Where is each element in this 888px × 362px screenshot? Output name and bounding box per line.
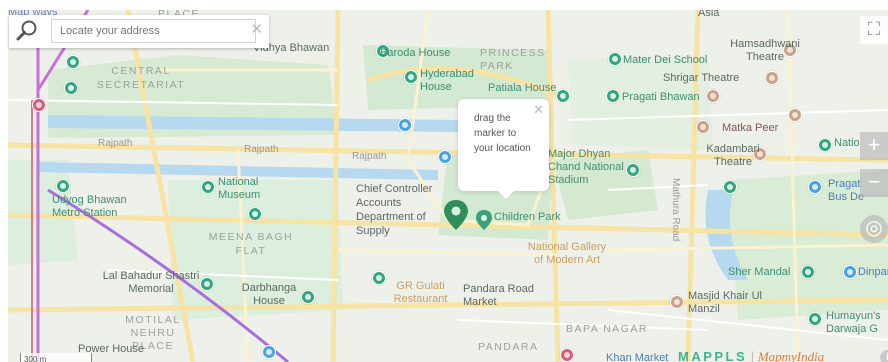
poi-label: Hyderabad House [420, 68, 474, 93]
mosque-poi-icon [670, 295, 684, 309]
poi-icon [706, 89, 720, 103]
zoom-in-button[interactable]: + [860, 132, 888, 160]
clear-search-icon[interactable]: ✕ [250, 21, 263, 39]
attribution-separator: | [750, 349, 755, 362]
poi-label: Lal Bahadur Shastri Memorial [102, 270, 200, 295]
area-label: MEENA BAGH FLAT [208, 231, 294, 257]
poi-icon [788, 108, 802, 122]
marker-popup: ✕ drag the marker to your location [458, 99, 549, 199]
area-label: PANDARA [478, 341, 539, 353]
fullscreen-button[interactable]: ⛶ [860, 16, 888, 44]
poi-label: Khan Market [606, 352, 669, 362]
poi-label: Pandara Road Market [463, 283, 534, 308]
poi-label: Natio [834, 137, 860, 149]
transit-poi-icon [262, 345, 276, 359]
search-box: ✕ [9, 15, 269, 48]
poi-icon [808, 312, 822, 326]
road-label: Rajpath [244, 144, 279, 155]
area-label: BAPA NAGAR [566, 323, 648, 335]
poi-label: Shrigar Theatre [663, 72, 740, 84]
sher-mandal-poi-icon [801, 265, 815, 279]
poi-label: Matka Peer [722, 122, 779, 134]
search-icon[interactable] [15, 19, 39, 43]
poi-icon [723, 180, 737, 194]
poi-label: GR Gulati Restaurant [393, 280, 448, 305]
udyog-bhawan-poi-icon [56, 179, 70, 193]
area-label: CENTRAL SECRETARIAT [96, 65, 186, 91]
park-poi-icon [66, 55, 80, 69]
poi-label: Dinpanah [858, 266, 888, 278]
poi-label: Udyog Bhawan Metro Station [52, 194, 127, 219]
school-poi-icon [608, 52, 622, 66]
poi-label: Kadambari Theatre [706, 143, 760, 168]
poi-label: National Museum [218, 176, 261, 201]
road-label: Rajpath [352, 151, 387, 162]
road-label: Rajpath [98, 138, 133, 149]
attribution: MAPPLS | MapmyIndia [678, 349, 824, 362]
secretariat-poi-icon [64, 81, 78, 95]
transit-poi-icon [438, 150, 452, 164]
area-label: PRINCESS PARK [480, 47, 546, 72]
museum-poi-icon [201, 180, 215, 194]
locate-me-button[interactable]: ◎ [860, 215, 888, 243]
poi-label: Mater Dei School [623, 54, 708, 66]
poi-label: Major Dhyan Chand National Stadium [548, 148, 624, 186]
mapmyindia-logo: MapmyIndia [757, 349, 825, 362]
scale-bar: 300 m [20, 353, 92, 362]
poi-label: Hamsadhwani Theatre [730, 38, 800, 63]
hyderabad-house-poi-icon [404, 70, 418, 84]
place-label: Asia [698, 10, 720, 19]
poi-label: Pragati Bhawan [622, 91, 700, 103]
poi-icon [560, 348, 574, 362]
poi-icon [818, 138, 832, 152]
popup-tip [498, 191, 514, 199]
metro-station-icon [32, 98, 46, 112]
poi-label: National Gallery of Modern Art [527, 241, 607, 266]
poi-label: Patiala House [488, 82, 557, 94]
info-icon[interactable]: i [880, 350, 888, 362]
search-input[interactable] [51, 19, 256, 43]
mappls-logo: MAPPLS [678, 349, 748, 362]
poi-label: Children Park [494, 211, 561, 223]
patiala-house-poi-icon [556, 89, 570, 103]
poi-label: Humayun's Darwaja G [826, 310, 881, 335]
transit-poi-icon [398, 118, 412, 132]
poi-label: Baroda House [380, 47, 451, 59]
poi-label: Masjid Khair Ul Manzil [688, 290, 762, 315]
matka-peer-poi-icon [696, 120, 710, 134]
zoom-out-button[interactable]: − [860, 169, 888, 197]
map-canvas[interactable]: Map ways PLACE Asia Vidhya Bhawan Baroda… [8, 10, 888, 362]
popup-text: drag the marker to your location [474, 113, 531, 154]
poi-label: Darbhanga House [241, 282, 297, 307]
bus-depot-poi-icon [808, 180, 822, 194]
poi-label: Chief Controller Accounts Department of … [356, 183, 433, 237]
poi-label: Sher Mandal [728, 266, 791, 278]
theatre-poi-icon [765, 71, 779, 85]
poi-icon [248, 207, 262, 221]
poi-icon [843, 265, 857, 279]
road-label: Mathura Road [670, 178, 681, 242]
pragati-bhawan-poi-icon [606, 89, 620, 103]
